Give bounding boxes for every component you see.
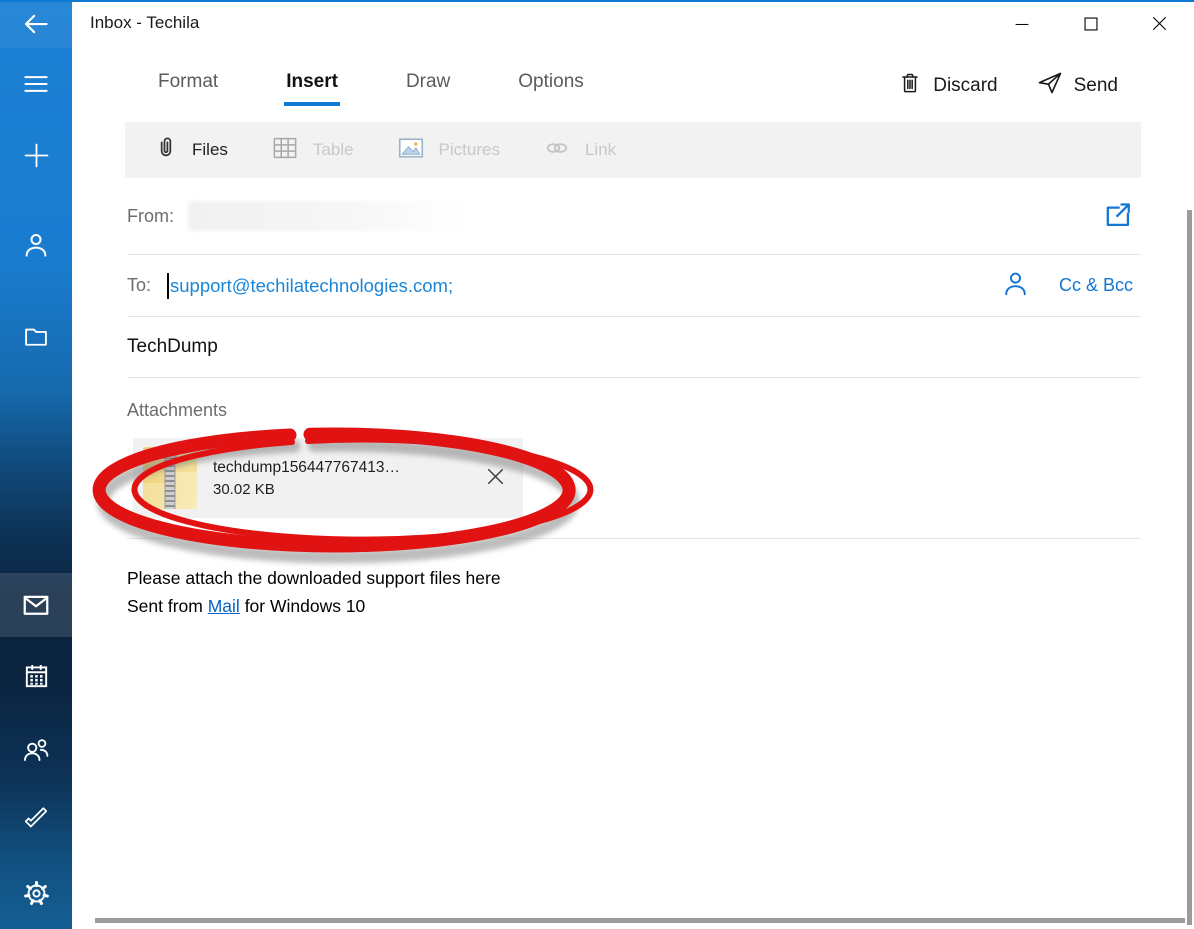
ribbon-tabs: Format Insert Draw Options	[156, 71, 586, 106]
ribbon-actions: Discard Send	[897, 69, 1118, 103]
files-button[interactable]: Files	[147, 135, 234, 166]
subject-input[interactable]: TechDump	[127, 336, 218, 358]
to-label: To:	[127, 275, 151, 296]
remove-attachment-button[interactable]	[482, 463, 509, 493]
vertical-scrollbar[interactable]	[1187, 210, 1192, 925]
tab-insert[interactable]: Insert	[284, 71, 340, 106]
account-button[interactable]	[0, 221, 72, 269]
sidebar-item-mail[interactable]	[0, 573, 72, 637]
subject-row[interactable]: TechDump	[127, 317, 1141, 378]
insert-toolbar: Files Table Pictures Link	[125, 122, 1141, 178]
maximize-button[interactable]	[1056, 2, 1125, 48]
attachment-card[interactable]: techdump156447767413… 30.02 KB	[133, 438, 523, 518]
attachments-divider	[127, 538, 1141, 539]
tab-options[interactable]: Options	[516, 71, 585, 106]
window-title: Inbox - Techila	[90, 13, 199, 33]
pictures-button: Pictures	[390, 133, 506, 168]
horizontal-scrollbar[interactable]	[95, 918, 1185, 923]
sidebar-item-people[interactable]	[0, 726, 72, 774]
link-icon	[542, 133, 572, 168]
send-label: Send	[1074, 75, 1118, 97]
new-mail-button[interactable]	[0, 131, 72, 179]
folders-button[interactable]	[0, 312, 72, 360]
body-line-1: Please attach the downloaded support fil…	[127, 564, 1141, 592]
gear-icon	[22, 879, 51, 908]
compose-area: From: To: support@techilatechnologies.co…	[127, 178, 1141, 620]
link-button: Link	[536, 133, 622, 168]
minimize-button[interactable]	[987, 2, 1056, 48]
table-icon	[270, 133, 300, 168]
minimize-icon	[1011, 13, 1033, 38]
send-button[interactable]: Send	[1036, 69, 1118, 103]
mail-link[interactable]: Mail	[208, 596, 240, 616]
close-button[interactable]	[1125, 2, 1194, 48]
mail-app-window: Inbox - Techila Format Insert Dr	[0, 0, 1194, 929]
attachment-meta: techdump156447767413… 30.02 KB	[213, 459, 400, 498]
body-line-2: Sent from Mail for Windows 10	[127, 592, 1141, 620]
tab-draw[interactable]: Draw	[404, 71, 452, 106]
people-icon	[21, 735, 51, 765]
link-label: Link	[585, 140, 616, 160]
main-area: Inbox - Techila Format Insert Dr	[72, 0, 1194, 929]
from-address-redacted	[188, 201, 468, 231]
to-row-right: Cc & Bcc	[1000, 268, 1133, 304]
to-value[interactable]: support@techilatechnologies.com;	[170, 275, 453, 297]
table-button: Table	[264, 133, 360, 168]
window-controls	[987, 2, 1194, 48]
cc-bcc-button[interactable]: Cc & Bcc	[1059, 275, 1133, 296]
discard-button[interactable]: Discard	[897, 69, 997, 103]
hamburger-menu-icon	[21, 69, 51, 99]
attachment-filesize: 30.02 KB	[213, 481, 400, 498]
zip-folder-icon	[143, 447, 197, 509]
calendar-icon	[22, 662, 51, 691]
folder-icon	[22, 322, 50, 350]
sidebar-item-settings[interactable]	[0, 869, 72, 917]
envelope-icon	[21, 590, 51, 620]
back-arrow-icon	[21, 9, 51, 39]
attachment-filename: techdump156447767413…	[213, 459, 400, 477]
text-cursor	[167, 273, 169, 299]
from-label: From:	[127, 206, 174, 227]
back-button[interactable]	[0, 0, 72, 48]
tab-format[interactable]: Format	[156, 71, 220, 106]
close-icon	[482, 463, 509, 493]
paperclip-icon	[153, 135, 179, 166]
discard-label: Discard	[933, 75, 997, 97]
attachments-label: Attachments	[127, 400, 1141, 421]
checkmark-icon	[22, 806, 50, 834]
table-label: Table	[313, 140, 354, 160]
pictures-icon	[396, 133, 426, 168]
sidebar-item-calendar[interactable]	[0, 652, 72, 700]
menu-button[interactable]	[0, 60, 72, 108]
trash-icon	[897, 70, 923, 102]
close-icon	[1148, 12, 1171, 38]
message-body[interactable]: Please attach the downloaded support fil…	[127, 564, 1141, 620]
sidebar-item-todo[interactable]	[0, 796, 72, 844]
add-contact-icon[interactable]	[1000, 268, 1031, 304]
files-label: Files	[192, 140, 228, 160]
send-icon	[1036, 69, 1064, 103]
sidebar	[0, 0, 72, 929]
pictures-label: Pictures	[439, 140, 500, 160]
to-row[interactable]: To: support@techilatechnologies.com; Cc …	[127, 255, 1141, 317]
popout-icon	[1101, 198, 1135, 235]
person-icon	[21, 230, 51, 260]
popout-button[interactable]	[1101, 198, 1135, 235]
maximize-icon	[1080, 13, 1102, 38]
from-row: From:	[127, 178, 1141, 255]
window-top-accent	[0, 0, 1194, 2]
plus-icon	[21, 140, 52, 171]
